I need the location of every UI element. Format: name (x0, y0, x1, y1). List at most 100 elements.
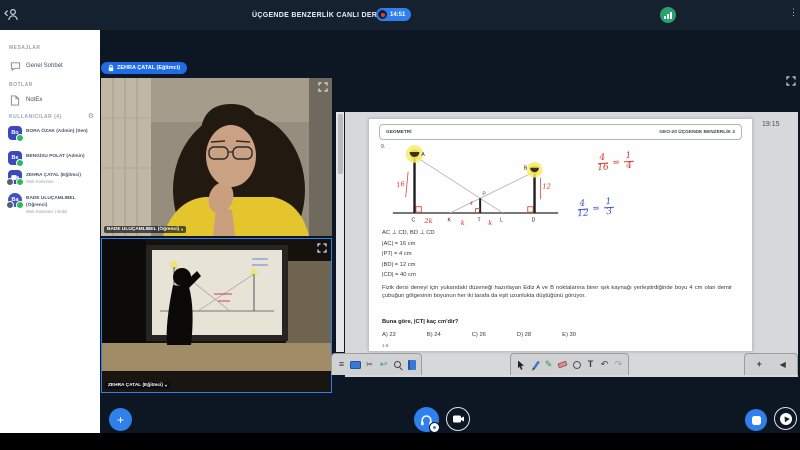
device-badge (6, 178, 14, 186)
avatar-bade: Ba (8, 193, 22, 207)
recording-indicator[interactable]: 14:51 (376, 8, 411, 21)
lock-icon (108, 64, 114, 72)
answer-choice: C) 26 (472, 332, 486, 338)
meeting-app-window: MESAJLAR Genel Sohbet BOTLAR NotEx KULLA… (0, 0, 800, 450)
record-icon (378, 10, 387, 19)
answer-choice: A) 22 (382, 332, 396, 338)
cursor-tool-button[interactable] (514, 356, 527, 373)
options-menu-button[interactable]: ⋮ (789, 7, 798, 18)
svg-text:12: 12 (542, 182, 551, 190)
video-tile-zehra[interactable]: ZEHRA ÇATAL (Eğitmci) ▾ (101, 238, 332, 393)
given-line: |AC| = 16 cm (382, 239, 435, 250)
svg-text:k: k (461, 219, 465, 226)
screen-square-icon (752, 416, 761, 425)
sidebar: MESAJLAR Genel Sohbet BOTLAR NotEx KULLA… (0, 30, 100, 433)
audio-join-button[interactable] (414, 407, 439, 432)
tools-button[interactable]: ✂ (363, 356, 376, 373)
user-row-zehra[interactable]: ZEHRA ÇATAL (Eğitmci) Web Kamerası (8, 170, 98, 185)
back-button[interactable]: ↩ (377, 356, 390, 373)
webcam-icon (452, 414, 465, 424)
users-section-label: KULLANICILAR (4) (9, 114, 62, 120)
book-icon (408, 360, 416, 370)
magnifier-icon (394, 361, 401, 368)
avatar-bengisu: Be (8, 151, 22, 165)
user-name: BADE ULUÇAMLIBEL (Öğrenci) (26, 193, 98, 209)
zoom-button[interactable] (391, 356, 404, 373)
chevron-down-icon: ▾ (165, 383, 167, 388)
bots-section-label: BOTLAR (9, 82, 33, 88)
bot-notex-item[interactable]: NotEx (9, 94, 42, 106)
answer-choice: B) 24 (427, 332, 441, 338)
public-chat-label: Genel Sohbet (26, 63, 63, 69)
chevron-down-icon: ▾ (181, 227, 183, 232)
video-tile-bade[interactable]: BADE ULUÇAMLIBEL (Öğrenci) ▾ (101, 78, 332, 236)
monitor-icon (350, 361, 361, 369)
device-badge (6, 201, 14, 209)
public-chat-item[interactable]: Genel Sohbet (9, 60, 63, 72)
given-line: |BD| = 12 cm (382, 260, 435, 271)
board-clock: 19:15 (762, 121, 796, 128)
signal-bar-icon (670, 12, 672, 19)
svg-text:16: 16 (396, 180, 407, 190)
collapse-panel-button[interactable]: ◀ (776, 356, 789, 373)
raise-hand-button[interactable] (774, 407, 797, 430)
text-tool-icon: T (588, 360, 594, 369)
avatar-bora: Bo (8, 126, 22, 140)
presentation-fullscreen-icon[interactable] (786, 76, 796, 86)
user-name: ZEHRA ÇATAL (Eğitmci) (26, 170, 81, 179)
svg-text:B: B (524, 166, 528, 172)
video2-label-menu[interactable]: ZEHRA ÇATAL (Eğitmci) ▾ (105, 382, 170, 389)
signal-bar-icon (664, 16, 666, 19)
hand-raise-icon (780, 413, 792, 425)
connection-status-button[interactable] (660, 7, 676, 23)
board-scrollbar[interactable] (336, 112, 344, 352)
undo-icon: ↶ (601, 360, 609, 369)
user-sub: Web Kamerası (26, 179, 81, 185)
svg-text:T: T (477, 217, 480, 223)
user-row-bora[interactable]: Bo BORA ÖZAK (Admin) (Sen) (8, 126, 98, 140)
answer-choice: E) 30 (562, 332, 576, 338)
current-speaker-pill[interactable]: ZEHRA ÇATAL (Eğitmci) (101, 62, 187, 74)
video2-fullscreen-icon[interactable] (317, 243, 327, 253)
webcam-share-button[interactable] (446, 407, 470, 431)
text-tool-button[interactable]: T (584, 356, 597, 373)
user-name: BENGİSU POLAT (Admin) (26, 151, 85, 160)
scrollbar-thumb[interactable] (338, 114, 343, 174)
video1-fullscreen-icon[interactable] (318, 82, 328, 92)
highlighter-tool-button[interactable]: ✎ (542, 356, 555, 373)
given-line: AC ⊥ CD, BD ⊥ CD (382, 228, 435, 239)
shape-tool-button[interactable] (570, 356, 583, 373)
redo-button[interactable]: ↷ (612, 356, 625, 373)
left-triangle-icon: ◀ (780, 361, 786, 369)
hamburger-icon: ≡ (339, 360, 344, 369)
video1-label-menu[interactable]: BADE ULUÇAMLIBEL (Öğrenci) ▾ (104, 226, 186, 233)
screenshare-stop-button[interactable] (745, 409, 767, 431)
slide[interactable]: GEOMETRİ GEO-20 ÜÇGENDE BENZERLİK 2 9. A… (368, 118, 753, 352)
actions-plus-button[interactable]: + (109, 408, 132, 431)
undo-button[interactable]: ↶ (598, 356, 611, 373)
signal-bar-icon (667, 14, 669, 19)
plus-icon: + (117, 413, 124, 427)
avatar-zehra (8, 170, 22, 184)
screen-button[interactable] (349, 356, 362, 373)
eraser-tool-button[interactable] (556, 356, 569, 373)
question-text: Buna göre, |CT| kaç cm'dir? (382, 319, 458, 325)
status-badge (16, 134, 24, 142)
user-row-bade[interactable]: Ba BADE ULUÇAMLIBEL (Öğrenci) Web Kamera… (8, 193, 98, 215)
menu-button[interactable]: ≡ (335, 356, 348, 373)
note-icon (9, 94, 21, 106)
pen-tool-button[interactable] (528, 356, 541, 373)
zoom-in-button[interactable]: + (753, 356, 766, 373)
user-row-bengisu[interactable]: Be BENGİSU POLAT (Admin) (8, 151, 98, 165)
svg-text:P: P (482, 191, 486, 197)
board-toolbar-center: ✎ T ↶ ↷ (510, 353, 629, 375)
video2-label: ZEHRA ÇATAL (Eğitmci) (108, 383, 163, 388)
redo-icon: ↷ (615, 360, 623, 369)
manage-users-gear-icon[interactable]: ⚙ (88, 113, 94, 120)
library-button[interactable] (405, 356, 418, 373)
bot-notex-label: NotEx (26, 97, 42, 103)
page-title: ÜÇGENDE BENZERLİK CANLI DERS 2 (252, 0, 389, 30)
minimize-participants-button[interactable] (4, 8, 18, 26)
svg-text:D: D (532, 217, 536, 223)
svg-text:L: L (500, 217, 503, 223)
